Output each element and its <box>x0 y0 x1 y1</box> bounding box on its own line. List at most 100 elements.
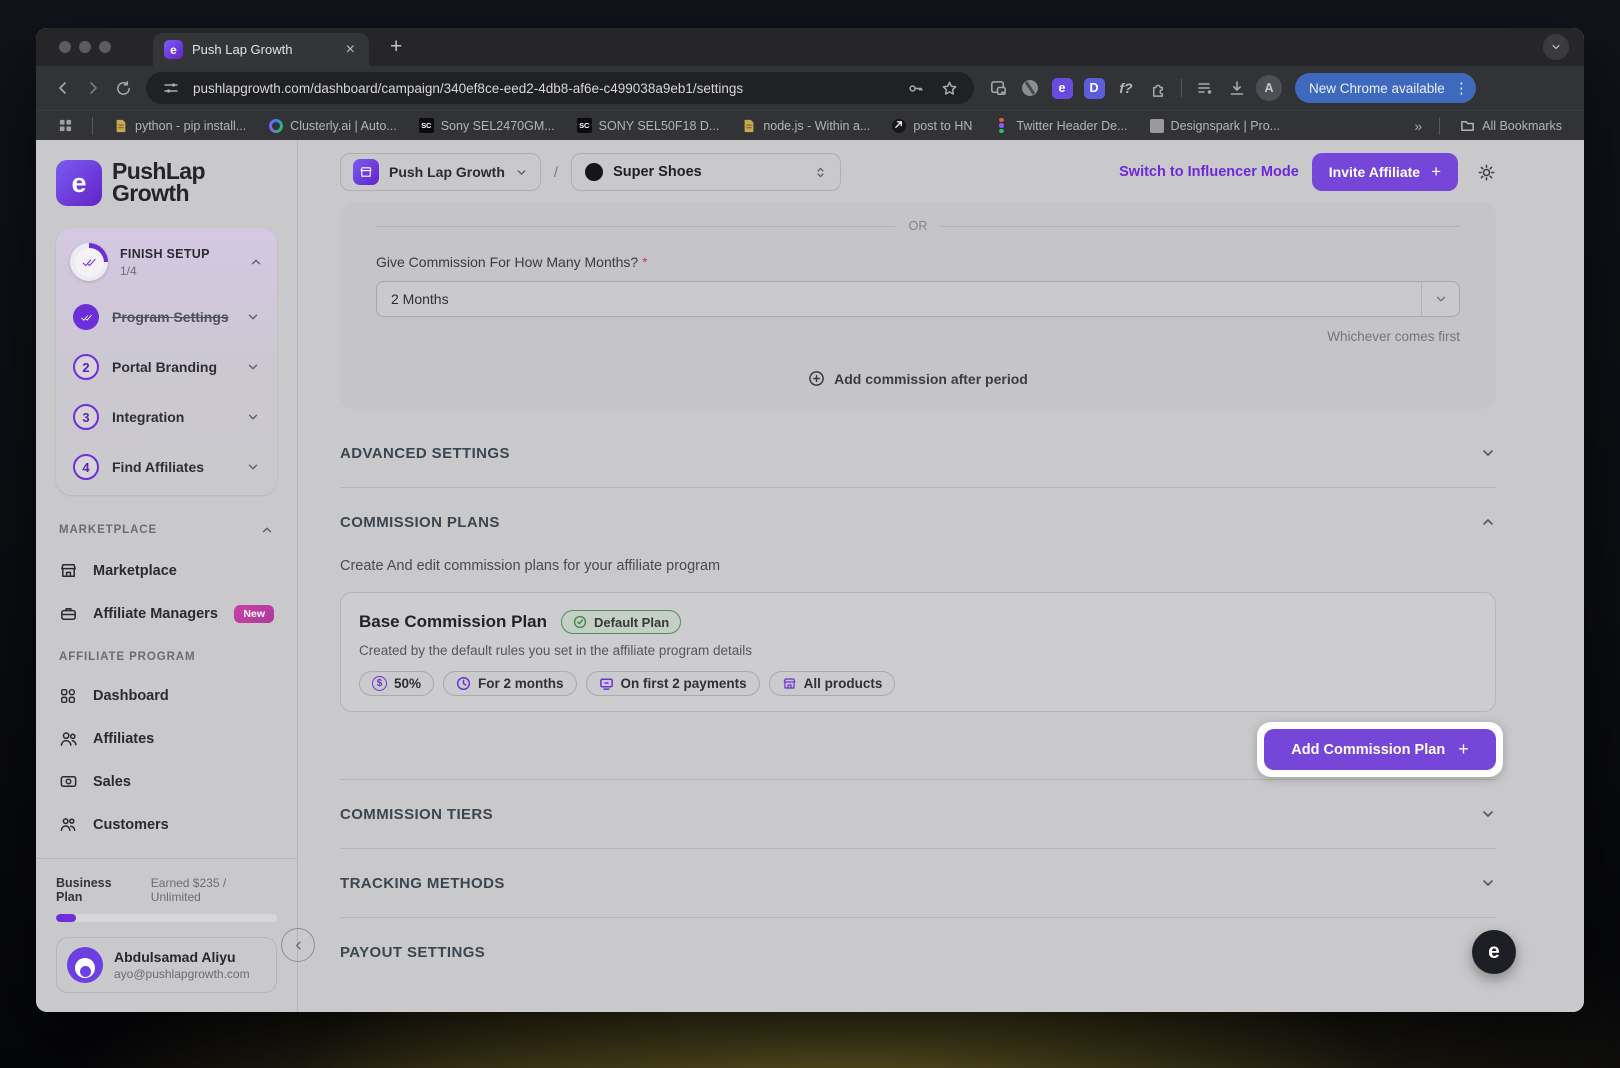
bookmarks-overflow-icon[interactable]: » <box>1408 118 1428 134</box>
chevron-down-icon[interactable] <box>246 360 260 374</box>
bookmark-twitter-header[interactable]: Twitter Header De... <box>985 115 1136 137</box>
close-tab-icon[interactable]: × <box>342 40 359 60</box>
marketplace-section-header[interactable]: MARKETPLACE <box>59 523 274 537</box>
workspace-dropdown[interactable]: Push Lap Growth <box>340 153 541 191</box>
sc-site-icon: SC <box>419 118 434 133</box>
logo-text: PushLapGrowth <box>112 161 205 204</box>
chevron-down-icon <box>1480 445 1496 461</box>
profile-avatar[interactable]: A <box>1253 73 1285 103</box>
theme-toggle-sun-icon[interactable] <box>1477 163 1496 182</box>
invite-affiliate-button[interactable]: Invite Affiliate+ <box>1312 153 1458 191</box>
check-circle-icon <box>73 304 99 330</box>
bookmark-nodejs[interactable]: node.js - Within a... <box>732 115 879 137</box>
script-file-icon <box>113 118 128 133</box>
sidebar-item-sales[interactable]: Sales <box>56 772 277 791</box>
reload-icon[interactable] <box>108 73 138 103</box>
required-asterisk: * <box>642 254 647 270</box>
add-commission-after-period-button[interactable]: Add commission after period <box>376 370 1460 387</box>
forward-icon[interactable] <box>78 73 108 103</box>
app-logo[interactable]: e PushLapGrowth <box>56 160 277 206</box>
commission-form-panel: OR Give Commission For How Many Months? … <box>340 202 1496 409</box>
chevron-up-icon[interactable] <box>249 255 263 269</box>
workspace-icon <box>353 159 379 185</box>
commission-plans-description: Create And edit commission plans for you… <box>340 558 1496 574</box>
password-key-icon[interactable] <box>903 73 927 103</box>
user-email: ayo@pushlapgrowth.com <box>114 967 250 981</box>
extension-sphere-icon[interactable] <box>1014 73 1046 103</box>
apps-grid-icon[interactable] <box>49 111 81 141</box>
bookmark-clusterly[interactable]: Clusterly.ai | Auto... <box>259 115 406 137</box>
bookmark-star-icon[interactable] <box>937 73 961 103</box>
pushlap-extension-icon[interactable]: e <box>1046 73 1078 103</box>
finish-setup-title: FINISH SETUP <box>120 247 210 261</box>
url-text[interactable]: pushlapgrowth.com/dashboard/campaign/340… <box>193 81 893 96</box>
section-advanced-settings[interactable]: ADVANCED SETTINGS <box>340 419 1496 487</box>
plan-title: Base Commission Plan <box>359 612 547 632</box>
setup-step-program-settings[interactable]: Program Settings <box>70 303 263 331</box>
months-field-label: Give Commission For How Many Months? * <box>376 254 1460 270</box>
extensions-puzzle-icon[interactable] <box>1142 73 1174 103</box>
sidebar-item-affiliate-managers[interactable]: Affiliate Managers New <box>56 604 277 623</box>
section-commission-plans[interactable]: COMMISSION PLANS <box>340 488 1496 556</box>
setup-step-find-affiliates[interactable]: 4 Find Affiliates <box>70 453 263 481</box>
briefcase-icon <box>59 604 79 623</box>
sidebar-divider <box>36 858 297 859</box>
clusterly-icon <box>268 118 283 133</box>
setup-progress-ring <box>70 243 108 281</box>
window-controls <box>36 41 127 53</box>
setup-step-integration[interactable]: 3 Integration <box>70 403 263 431</box>
sidebar-item-customers[interactable]: Customers <box>56 815 277 834</box>
add-commission-plan-button[interactable]: Add Commission Plan+ <box>1264 729 1496 770</box>
chevron-down-icon[interactable] <box>246 310 260 324</box>
tab-search-chevron-icon[interactable] <box>1543 34 1569 60</box>
all-bookmarks-button[interactable]: All Bookmarks <box>1451 115 1571 137</box>
chevron-down-icon[interactable] <box>246 410 260 424</box>
section-tracking-methods[interactable]: TRACKING METHODS <box>340 849 1496 917</box>
program-dropdown[interactable]: Super Shoes <box>571 153 841 191</box>
media-queue-icon[interactable] <box>1189 73 1221 103</box>
chrome-update-button[interactable]: New Chrome available ⋮ <box>1295 73 1476 103</box>
chevron-up-icon[interactable] <box>260 523 274 537</box>
finish-setup-header[interactable]: FINISH SETUP 1/4 <box>70 243 263 281</box>
sidebar-item-affiliates[interactable]: Affiliates <box>56 729 277 748</box>
bookmark-python[interactable]: python - pip install... <box>104 115 255 137</box>
plan-earned: Earned $235 / Unlimited <box>151 876 277 904</box>
sidebar-collapse-button[interactable] <box>281 928 315 962</box>
bookmark-designspark[interactable]: Designspark | Pro... <box>1141 115 1290 137</box>
new-tab-button[interactable]: + <box>386 35 406 59</box>
d-extension-icon[interactable]: D <box>1078 73 1110 103</box>
bookmark-post-to-hn[interactable]: post to HN <box>883 115 981 137</box>
setup-step-portal-branding[interactable]: 2 Portal Branding <box>70 353 263 381</box>
sidebar-item-marketplace[interactable]: Marketplace <box>56 561 277 580</box>
close-window-button[interactable] <box>59 41 71 53</box>
sidebar-item-dashboard[interactable]: Dashboard <box>56 687 277 705</box>
app-header: Push Lap Growth / Super Shoes Switch to … <box>340 152 1496 192</box>
site-info-icon[interactable] <box>159 73 183 103</box>
bookmark-sony-lens-2[interactable]: SCSONY SEL50F18 D... <box>568 115 729 137</box>
address-bar[interactable]: pushlapgrowth.com/dashboard/campaign/340… <box>146 72 974 104</box>
browser-tab[interactable]: e Push Lap Growth × <box>153 33 369 66</box>
finish-setup-progress: 1/4 <box>120 264 210 278</box>
browser-menu-icon[interactable]: ⋮ <box>1454 79 1469 97</box>
dollar-circle-icon <box>372 676 387 691</box>
pushlap-floating-badge[interactable]: e <box>1472 930 1516 974</box>
section-commission-tiers[interactable]: COMMISSION TIERS <box>340 780 1496 848</box>
storefront-icon <box>782 676 797 691</box>
section-payout-settings[interactable]: PAYOUT SETTINGS <box>340 918 1496 986</box>
new-badge: New <box>234 605 274 623</box>
chevron-down-icon[interactable] <box>1421 282 1459 316</box>
back-icon[interactable] <box>48 73 78 103</box>
program-logo-dot <box>585 163 603 181</box>
user-profile-card[interactable]: Abdulsamad Aliyu ayo@pushlapgrowth.com <box>56 937 277 993</box>
switch-influencer-mode-link[interactable]: Switch to Influencer Mode <box>1119 164 1299 180</box>
bookmark-sony-lens[interactable]: SCSony SEL2470GM... <box>410 115 564 137</box>
fullscreen-window-button[interactable] <box>99 41 111 53</box>
designspark-icon <box>1150 119 1164 133</box>
months-select[interactable]: 2 Months <box>376 281 1460 317</box>
fq-extension-icon[interactable]: f? <box>1110 73 1142 103</box>
chevron-down-icon[interactable] <box>246 460 260 474</box>
downloads-icon[interactable] <box>1221 73 1253 103</box>
main-content: Push Lap Growth / Super Shoes Switch to … <box>298 140 1584 1012</box>
minimize-window-button[interactable] <box>79 41 91 53</box>
tab-capture-icon[interactable] <box>982 73 1014 103</box>
